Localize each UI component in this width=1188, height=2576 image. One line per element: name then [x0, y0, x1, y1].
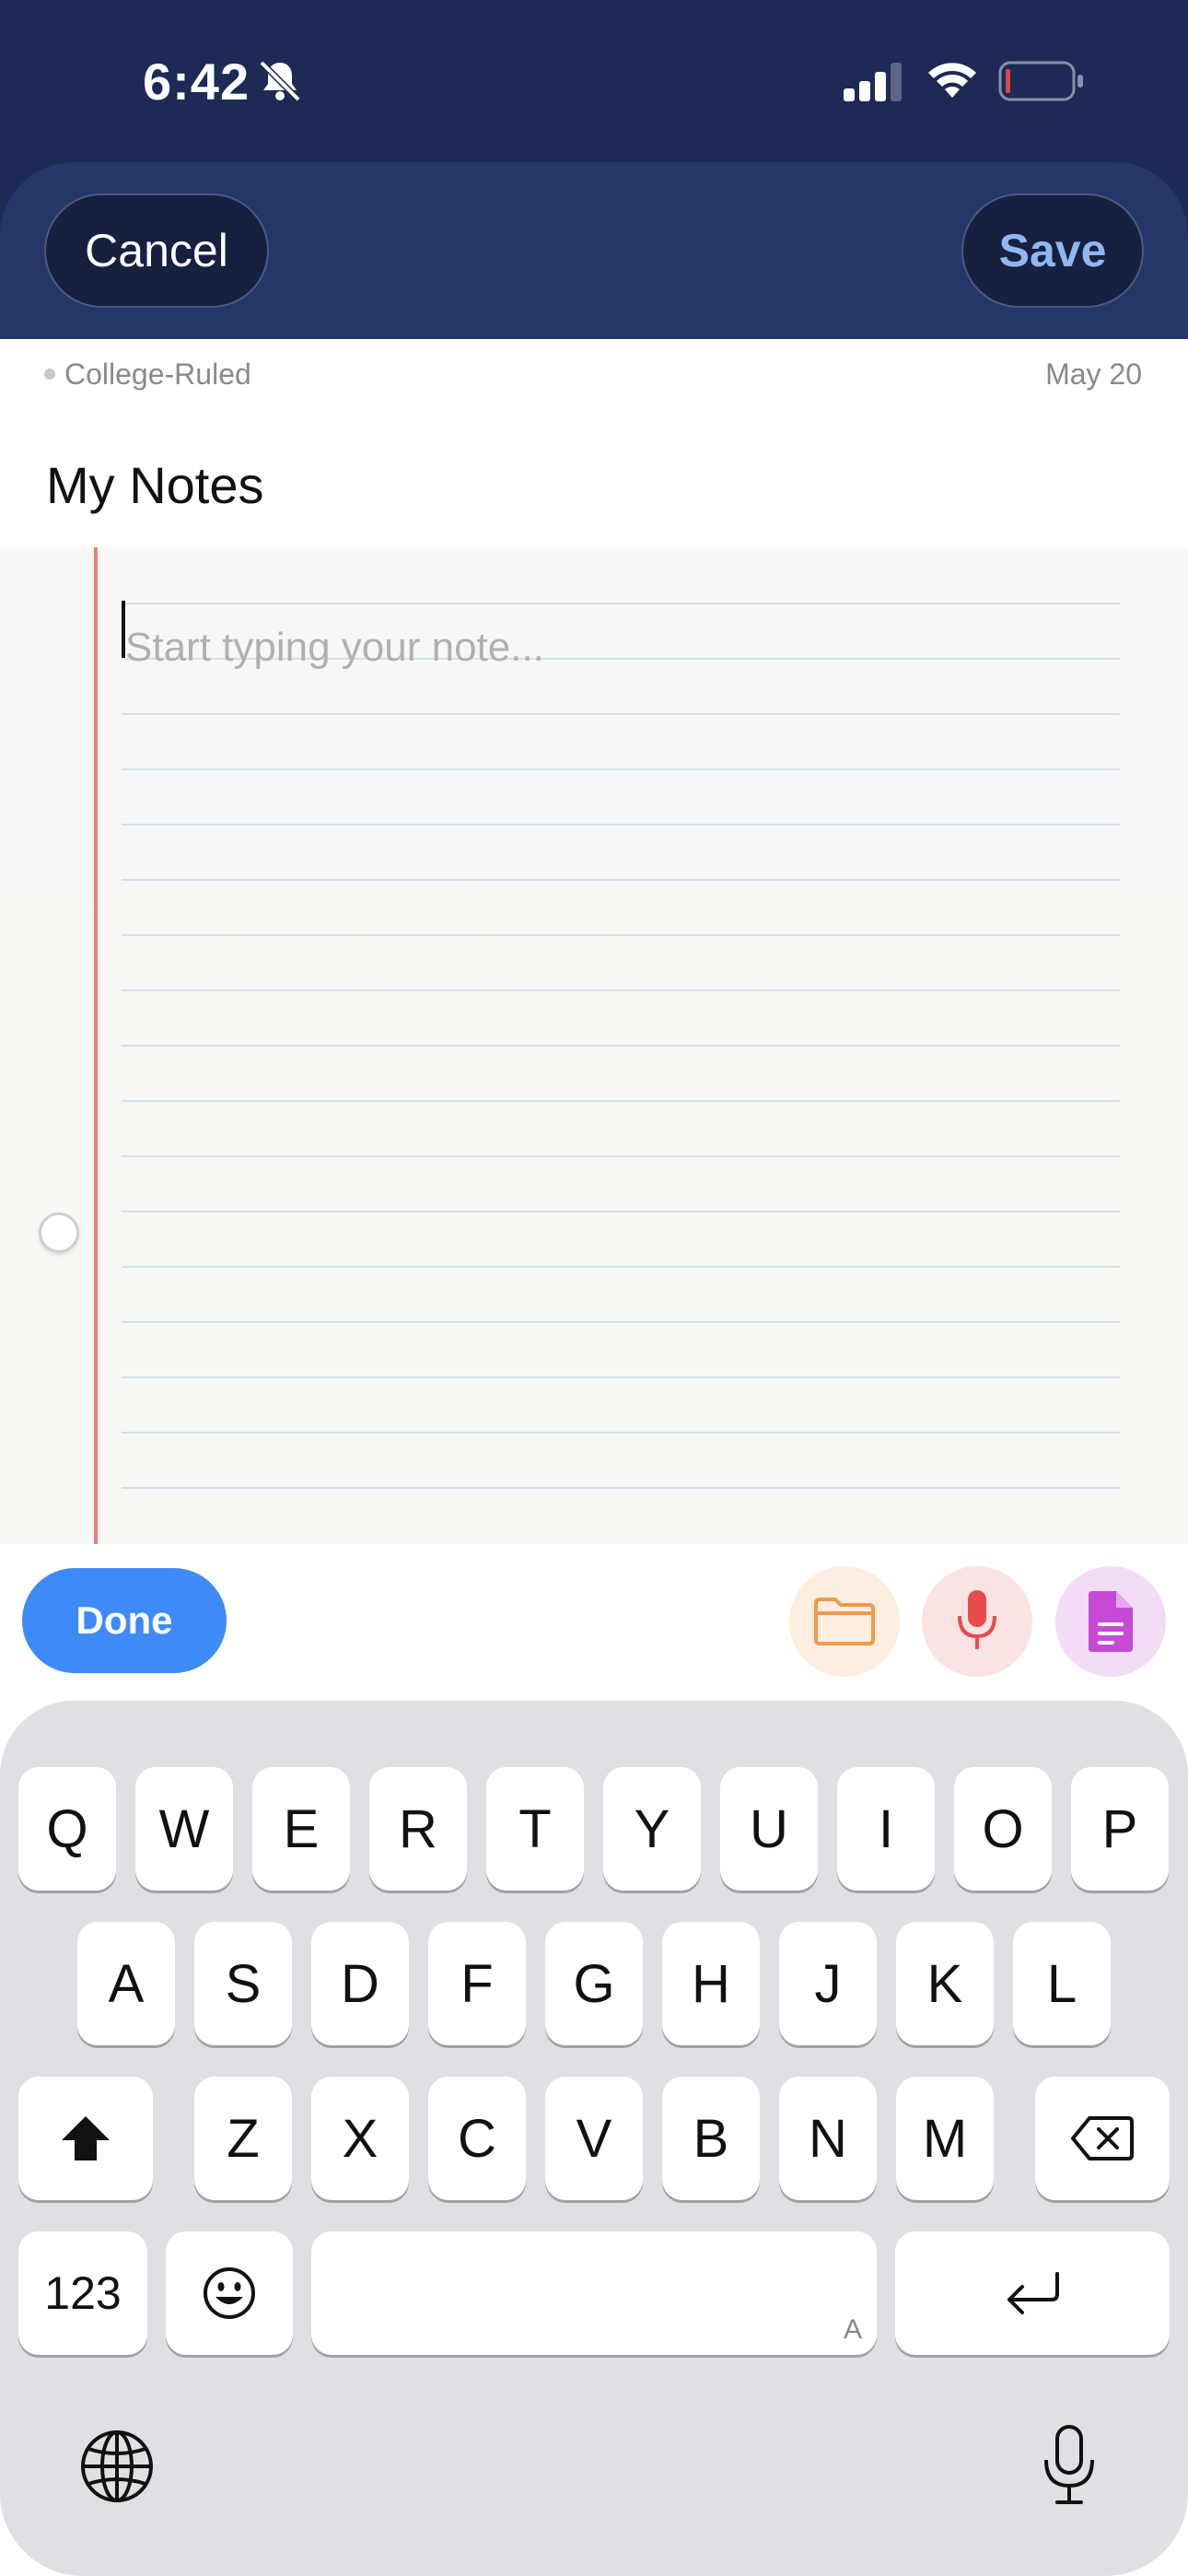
key-y[interactable]: Y	[603, 1767, 701, 1891]
key-l[interactable]: L	[1013, 1922, 1111, 2045]
paper-type-dot	[44, 369, 55, 380]
emoji-icon	[204, 2267, 255, 2319]
key-e[interactable]: E	[252, 1767, 350, 1891]
emoji-key[interactable]	[166, 2231, 293, 2355]
key-u[interactable]: U	[720, 1767, 818, 1891]
document-icon	[1089, 1591, 1133, 1652]
margin-line	[94, 547, 98, 1544]
voice-note-button[interactable]	[922, 1566, 1032, 1677]
return-icon	[1007, 2272, 1059, 2314]
wifi-icon	[928, 63, 976, 98]
key-x[interactable]: X	[311, 2077, 409, 2200]
note-date: May 20	[1045, 357, 1142, 391]
key-j[interactable]: J	[779, 1922, 877, 2045]
shift-icon	[62, 2116, 110, 2160]
note-body-placeholder: Start typing your note...	[125, 625, 544, 670]
status-time: 6:42	[143, 53, 250, 111]
document-button[interactable]	[1055, 1566, 1166, 1677]
key-f[interactable]: F	[428, 1922, 526, 2045]
key-s[interactable]: S	[194, 1922, 292, 2045]
battery-icon	[998, 61, 1083, 101]
key-c[interactable]: C	[428, 2077, 526, 2200]
note-body-area[interactable]	[0, 547, 1188, 1544]
key-m[interactable]: M	[896, 2077, 994, 2200]
space-key-mark: A	[843, 2314, 862, 2345]
key-t[interactable]: T	[486, 1767, 584, 1891]
key-n[interactable]: N	[779, 2077, 877, 2200]
binder-ring-hole	[39, 1212, 79, 1253]
note-title[interactable]: My Notes	[46, 455, 264, 515]
ruled-lines	[122, 603, 1120, 1542]
note-meta-row: College-Ruled May 20	[0, 339, 1188, 413]
microphone-icon	[958, 1590, 996, 1649]
shift-key[interactable]	[18, 2077, 153, 2200]
globe-icon[interactable]	[79, 2429, 155, 2504]
folder-icon	[814, 1598, 875, 1645]
key-v[interactable]: V	[545, 2077, 643, 2200]
key-i[interactable]: I	[837, 1767, 935, 1891]
return-key[interactable]	[895, 2231, 1170, 2355]
numbers-key[interactable]: 123	[18, 2231, 147, 2355]
key-r[interactable]: R	[369, 1767, 467, 1891]
key-p[interactable]: P	[1071, 1767, 1169, 1891]
dictation-icon[interactable]	[1041, 2423, 1098, 2508]
delete-key[interactable]	[1035, 2077, 1170, 2200]
done-button[interactable]: Done	[22, 1568, 227, 1673]
key-z[interactable]: Z	[194, 2077, 292, 2200]
key-w[interactable]: W	[135, 1767, 233, 1891]
space-key[interactable]: A	[311, 2231, 877, 2355]
save-button[interactable]: Save	[961, 193, 1144, 308]
key-d[interactable]: D	[311, 1922, 409, 2045]
delete-icon	[1071, 2116, 1134, 2160]
key-k[interactable]: K	[896, 1922, 994, 2045]
key-o[interactable]: O	[954, 1767, 1052, 1891]
bell-slash-icon	[259, 60, 301, 102]
key-h[interactable]: H	[662, 1922, 760, 2045]
key-q[interactable]: Q	[18, 1767, 116, 1891]
cancel-button[interactable]: Cancel	[44, 193, 269, 308]
paper-type-label: College-Ruled	[64, 357, 251, 391]
signal-icon	[844, 63, 902, 101]
key-g[interactable]: G	[545, 1922, 643, 2045]
key-a[interactable]: A	[77, 1922, 175, 2045]
key-b[interactable]: B	[662, 2077, 760, 2200]
attach-folder-button[interactable]	[789, 1566, 900, 1677]
